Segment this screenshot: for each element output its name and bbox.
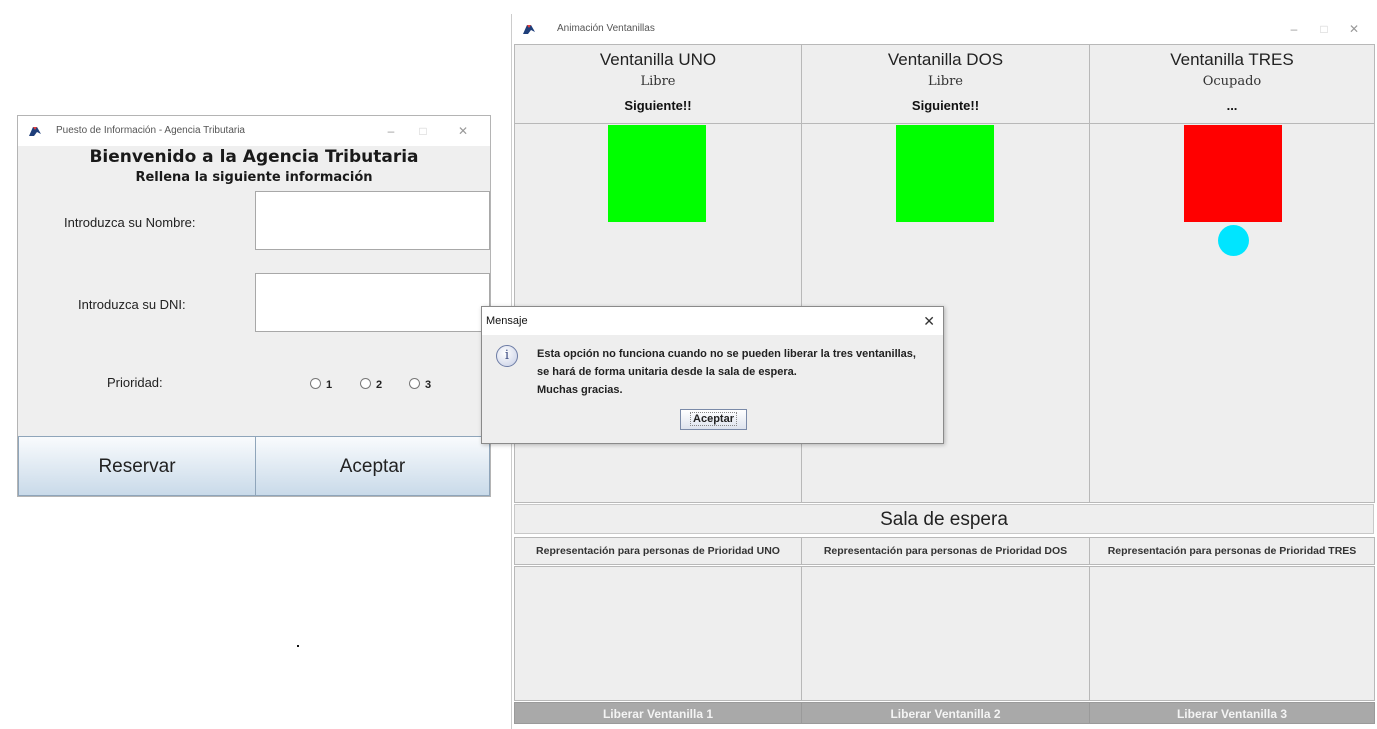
dialog-ok-button[interactable]: Aceptar [680, 409, 747, 430]
priority-label: Prioridad: [107, 375, 163, 390]
radio-label: 1 [326, 379, 333, 391]
ventanilla-name: Ventanilla DOS [887, 50, 1004, 69]
radio-label: 2 [376, 379, 383, 391]
ventanilla-next: Siguiente!! [624, 98, 692, 113]
liberar-ventanilla-3-button[interactable]: Liberar Ventanilla 3 [1089, 702, 1375, 724]
priority-dos-queue [801, 566, 1090, 701]
java-app-icon [29, 127, 41, 136]
message-dialog: Mensaje ✕ i Esta opción no funciona cuan… [481, 306, 944, 444]
close-button[interactable]: ✕ [448, 116, 478, 146]
java-app-icon [523, 25, 535, 34]
dialog-close-button[interactable]: ✕ [923, 307, 935, 335]
ventanilla-state: Libre [640, 74, 676, 89]
ventanilla-uno-header: Ventanilla UNO Libre Siguiente!! [514, 44, 802, 124]
minimize-button[interactable]: – [1279, 14, 1309, 44]
ventanilla-state: Libre [927, 74, 964, 89]
name-label: Introduzca su Nombre: [64, 215, 196, 230]
liberar-ventanilla-1-button[interactable]: Liberar Ventanilla 1 [514, 702, 802, 724]
ventanilla-uno-status-square [608, 125, 706, 222]
animation-window-title: Animación Ventanillas [557, 23, 655, 34]
waiting-room-title: Sala de espera [514, 504, 1374, 534]
radio-label: 3 [425, 379, 432, 391]
info-icon: i [496, 345, 518, 367]
radio-circle-icon [360, 378, 371, 389]
ventanilla-name: Ventanilla TRES [1170, 50, 1294, 69]
animation-titlebar: Animación Ventanillas – □ ✕ [512, 14, 1377, 44]
priority-uno-queue [514, 566, 802, 701]
ventanilla-next: ... [1226, 98, 1238, 113]
liberar-ventanilla-2-button[interactable]: Liberar Ventanilla 2 [801, 702, 1090, 724]
dni-label: Introduzca su DNI: [78, 297, 186, 312]
info-window: Puesto de Información - Agencia Tributar… [17, 115, 491, 497]
priority-tres-header: Representación para personas de Priorida… [1089, 537, 1375, 565]
close-button[interactable]: ✕ [1339, 14, 1369, 44]
dialog-message-line-1: Esta opción no funciona cuando no se pue… [537, 348, 916, 360]
stray-dot [297, 645, 299, 647]
reserve-button[interactable]: Reservar [18, 436, 256, 496]
priority-radio-2[interactable]: 2 [360, 378, 382, 391]
ventanilla-state: Ocupado [1202, 74, 1262, 89]
welcome-title: Bienvenido a la Agencia Tributaria [89, 147, 419, 167]
ventanilla-tres-status-square [1184, 125, 1282, 222]
radio-circle-icon [409, 378, 420, 389]
maximize-button[interactable]: □ [408, 116, 438, 146]
dialog-title: Mensaje [486, 315, 528, 327]
priority-tres-queue [1089, 566, 1375, 701]
dialog-titlebar: Mensaje ✕ [482, 307, 943, 335]
dialog-message-line-2: se hará de forma unitaria desde la sala … [537, 366, 797, 378]
priority-uno-header: Representación para personas de Priorida… [514, 537, 802, 565]
client-circle [1218, 225, 1249, 256]
ventanilla-tres-header: Ventanilla TRES Ocupado ... [1089, 44, 1375, 124]
ventanilla-next: Siguiente!! [911, 98, 980, 113]
minimize-button[interactable]: – [376, 116, 406, 146]
dialog-message-line-3: Muchas gracias. [537, 384, 623, 396]
radio-circle-icon [310, 378, 321, 389]
name-field[interactable] [255, 191, 490, 250]
maximize-button[interactable]: □ [1309, 14, 1339, 44]
priority-dos-header: Representación para personas de Priorida… [801, 537, 1090, 565]
info-window-title: Puesto de Información - Agencia Tributar… [56, 125, 245, 136]
info-titlebar: Puesto de Información - Agencia Tributar… [18, 116, 490, 146]
ventanilla-dos-status-square [896, 125, 994, 222]
priority-radio-3[interactable]: 3 [409, 378, 431, 391]
ventanilla-name: Ventanilla UNO [599, 50, 717, 69]
priority-radio-1[interactable]: 1 [310, 378, 332, 391]
dni-field[interactable] [255, 273, 490, 332]
welcome-subtitle: Rellena la siguiente información [135, 170, 373, 185]
ventanilla-dos-header: Ventanilla DOS Libre Siguiente!! [801, 44, 1090, 124]
accept-button[interactable]: Aceptar [255, 436, 490, 496]
dialog-ok-label: Aceptar [690, 412, 737, 426]
